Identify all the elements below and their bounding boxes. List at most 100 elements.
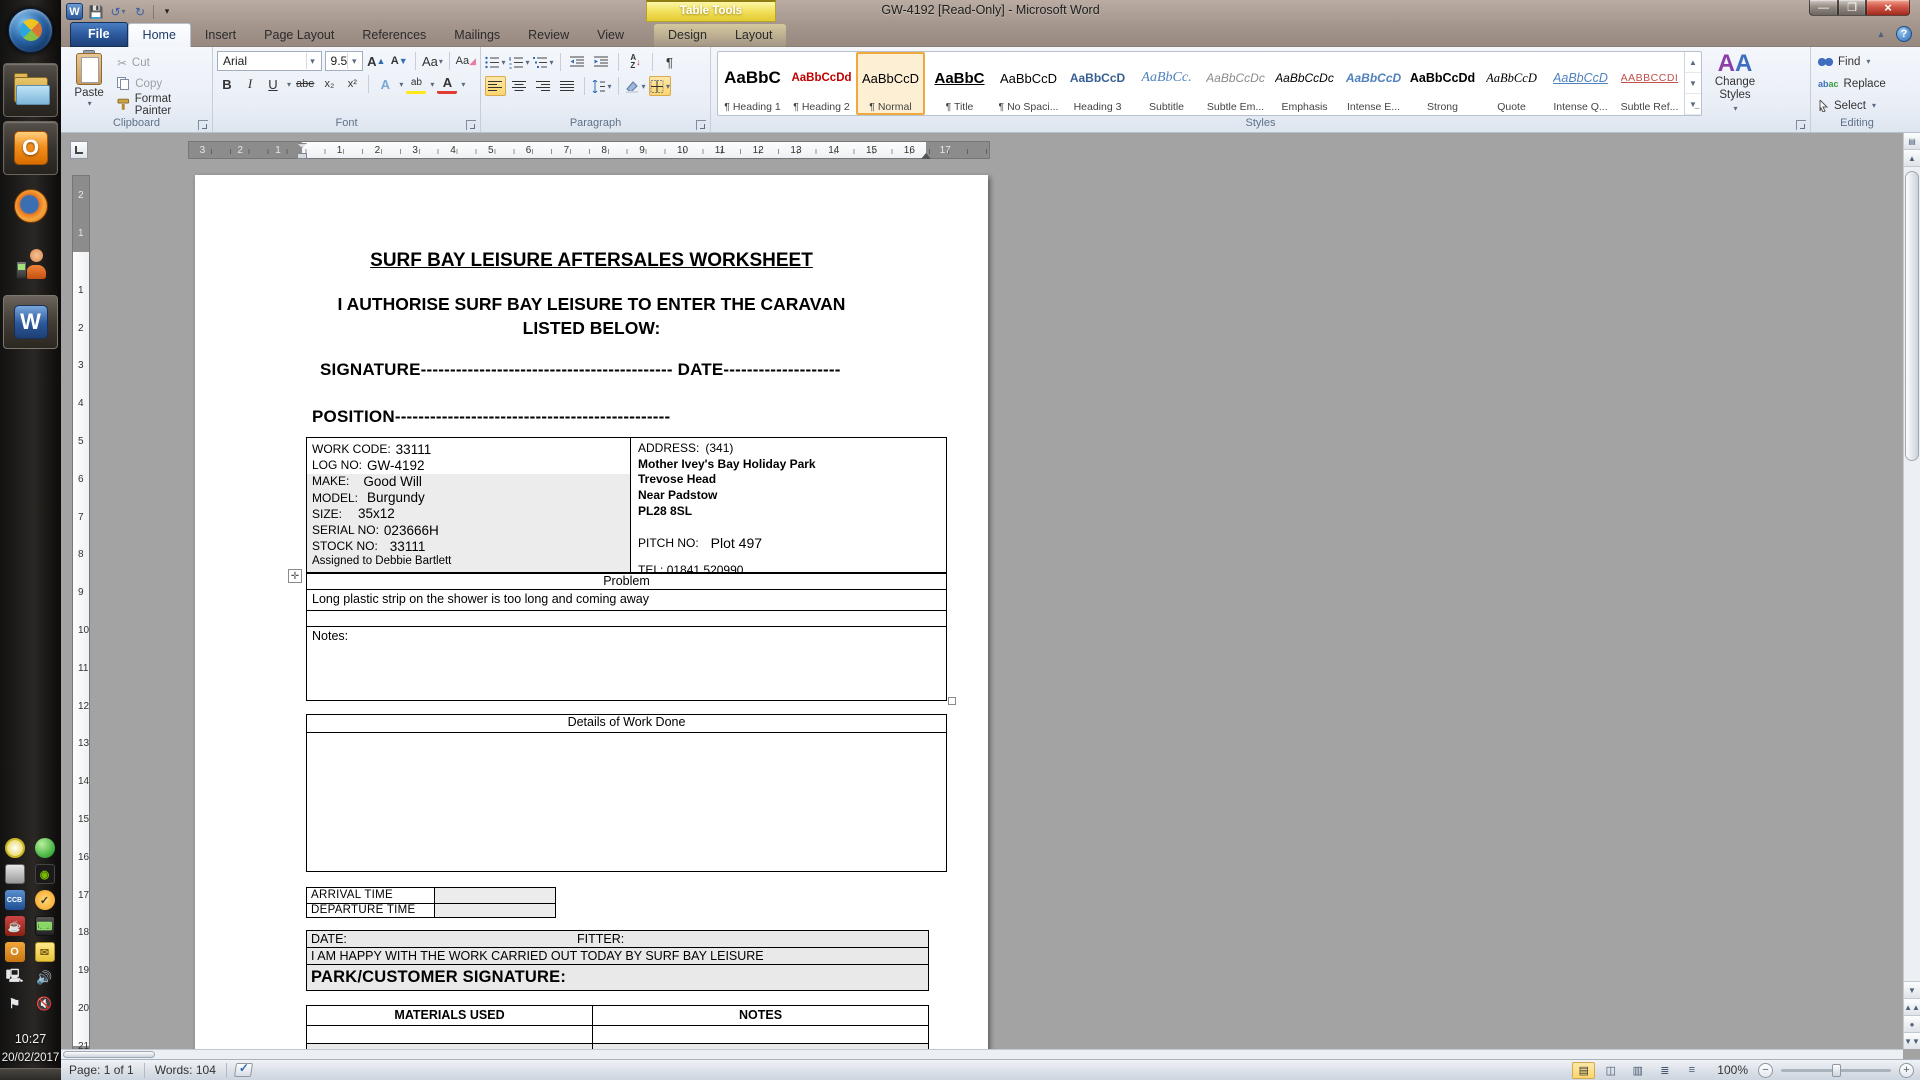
tray-outlook-icon[interactable]: O: [5, 942, 25, 962]
tab-insert[interactable]: Insert: [191, 24, 250, 47]
style-heading-1[interactable]: AaBbC¶ Heading 1: [718, 52, 787, 115]
page-count[interactable]: Page: 1 of 1: [67, 1063, 136, 1077]
horizontal-scrollbar[interactable]: [61, 1049, 1903, 1059]
left-indent-marker[interactable]: [297, 153, 307, 159]
style-subtle-emphasis[interactable]: AaBbCcDcSubtle Em...: [1201, 52, 1270, 115]
format-painter-button[interactable]: Format Painter: [117, 96, 208, 114]
clear-formatting-button[interactable]: Aa◢: [456, 51, 476, 71]
select-button[interactable]: Select▾: [1818, 97, 1899, 115]
tray-ccb-icon[interactable]: CCB: [5, 890, 25, 910]
tab-home[interactable]: Home: [128, 23, 191, 47]
change-case-button[interactable]: Aa▾: [422, 51, 443, 71]
style-emphasis[interactable]: AaBbCcDcEmphasis: [1270, 52, 1339, 115]
print-layout-view-button[interactable]: ▤: [1572, 1062, 1595, 1079]
paste-button[interactable]: Paste ▾: [65, 50, 113, 117]
tray-status-green-icon[interactable]: [35, 838, 55, 858]
h-ruler[interactable]: 3211234567891011121314151617: [188, 141, 990, 159]
scroll-up-icon[interactable]: ▲: [1904, 150, 1920, 167]
font-size-combo[interactable]: 9.5▾: [325, 51, 364, 71]
italic-button[interactable]: I: [240, 74, 260, 94]
view-ruler-toggle-icon[interactable]: ▤: [1904, 133, 1920, 150]
tray-nvidia-icon[interactable]: ◉: [35, 864, 55, 884]
sort-button[interactable]: AZ↓: [625, 52, 646, 72]
underline-button[interactable]: U: [263, 74, 283, 94]
style-subtitle[interactable]: AaBbCc.Subtitle: [1132, 52, 1201, 115]
restore-button[interactable]: ❐: [1838, 0, 1866, 16]
taskbar-item-explorer[interactable]: [3, 63, 58, 117]
style-normal[interactable]: AaBbCcD¶ Normal: [856, 52, 925, 115]
gallery-more-icon[interactable]: ▼̲: [1685, 94, 1701, 115]
zoom-slider[interactable]: [1781, 1069, 1891, 1072]
clipboard-dialog-launcher[interactable]: [198, 120, 208, 130]
taskbar-item-word[interactable]: W: [3, 295, 58, 349]
style-intense-quote[interactable]: AaBbCcDIntense Q...: [1546, 52, 1615, 115]
styles-dialog-launcher[interactable]: [1796, 120, 1806, 130]
table-move-handle-icon[interactable]: ✛: [288, 569, 302, 583]
increase-indent-button[interactable]: [591, 52, 612, 72]
font-color-button[interactable]: A: [437, 74, 457, 94]
change-styles-button[interactable]: AA Change Styles ▾: [1704, 50, 1766, 117]
decrease-indent-button[interactable]: [567, 52, 588, 72]
tray-mail-icon[interactable]: ✉: [35, 942, 55, 962]
taskbar-clock-date[interactable]: 20/02/2017: [0, 1052, 61, 1064]
table-resize-handle[interactable]: [948, 697, 956, 705]
tray-keyboard-icon[interactable]: ⌨: [35, 916, 55, 936]
next-page-icon[interactable]: ▼▼: [1904, 1032, 1920, 1049]
tab-layout[interactable]: Layout: [721, 24, 787, 47]
gallery-scroll-down-icon[interactable]: ▼: [1685, 73, 1701, 94]
strikethrough-button[interactable]: abe: [294, 74, 316, 94]
taskbar-item-outlook[interactable]: O: [3, 121, 58, 175]
tab-review[interactable]: Review: [514, 24, 583, 47]
find-button[interactable]: Find▾: [1818, 53, 1899, 71]
underline-dropdown-icon[interactable]: ▾: [287, 80, 291, 89]
taskbar-item-firefox[interactable]: [3, 179, 58, 233]
zoom-in-button[interactable]: +: [1899, 1063, 1914, 1078]
shrink-font-button[interactable]: A▼: [389, 51, 409, 71]
tray-java-icon[interactable]: ☕: [5, 916, 25, 936]
line-spacing-button[interactable]: ▾: [591, 76, 612, 96]
zoom-slider-thumb[interactable]: [1832, 1064, 1841, 1077]
web-layout-view-button[interactable]: ▥: [1626, 1062, 1649, 1079]
copy-button[interactable]: Copy: [117, 75, 208, 93]
show-desktop-button[interactable]: [0, 1068, 61, 1080]
right-indent-marker[interactable]: [921, 153, 931, 159]
vertical-scrollbar[interactable]: ▤ ▲ ▼ ▲▲ ● ▼▼: [1903, 133, 1920, 1049]
tab-page-layout[interactable]: Page Layout: [250, 24, 348, 47]
taskbar-item-contacts[interactable]: [3, 237, 58, 291]
minimize-button[interactable]: —: [1809, 0, 1838, 16]
bullets-button[interactable]: ▾: [485, 52, 506, 72]
tray-network-icon[interactable]: 🖳: [5, 968, 25, 988]
shading-button[interactable]: ▾: [625, 76, 646, 96]
borders-button[interactable]: ▾: [649, 76, 671, 96]
scrollbar-thumb[interactable]: [63, 1051, 155, 1058]
word-count[interactable]: Words: 104: [153, 1063, 218, 1077]
tab-file[interactable]: File: [70, 22, 128, 47]
style-subtle-reference[interactable]: AABBCCDISubtle Ref...: [1615, 52, 1684, 115]
tray-action-center-flag-icon[interactable]: ⚑: [5, 994, 25, 1014]
select-browse-object-icon[interactable]: ●: [1904, 1015, 1920, 1032]
tray-volume-icon[interactable]: 🔊: [35, 968, 55, 988]
replace-button[interactable]: abacReplace: [1818, 75, 1899, 93]
zoom-out-button[interactable]: −: [1758, 1063, 1773, 1078]
show-hide-pilcrow-button[interactable]: ¶: [659, 52, 680, 72]
tray-muted-speaker-icon[interactable]: 🔇: [35, 994, 55, 1014]
scroll-down-icon[interactable]: ▼: [1904, 981, 1920, 998]
style-strong[interactable]: AaBbCcDdStrong: [1408, 52, 1477, 115]
tab-mailings[interactable]: Mailings: [440, 24, 514, 47]
font-dialog-launcher[interactable]: [466, 120, 476, 130]
tray-clock-icon[interactable]: [5, 838, 25, 858]
outline-view-button[interactable]: ≣: [1653, 1062, 1676, 1079]
style-title[interactable]: AaBbC¶ Title: [925, 52, 994, 115]
document-page[interactable]: SURF BAY LEISURE AFTERSALES WORKSHEET I …: [195, 175, 988, 1059]
tab-design[interactable]: Design: [654, 24, 721, 47]
close-button[interactable]: ×: [1866, 0, 1910, 16]
tab-references[interactable]: References: [348, 24, 440, 47]
style-quote[interactable]: AaBbCcDQuote: [1477, 52, 1546, 115]
previous-page-icon[interactable]: ▲▲: [1904, 998, 1920, 1015]
grow-font-button[interactable]: A▲: [366, 51, 386, 71]
align-left-button[interactable]: [485, 76, 506, 96]
v-ruler[interactable]: 21123456789101112131415161718192021: [72, 175, 90, 1059]
align-right-button[interactable]: [533, 76, 554, 96]
subscript-button[interactable]: x₂: [319, 74, 339, 94]
draft-view-button[interactable]: ≡: [1680, 1062, 1703, 1079]
